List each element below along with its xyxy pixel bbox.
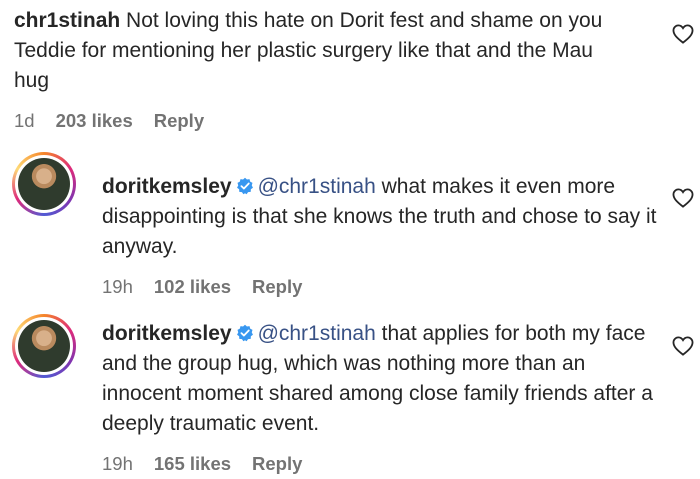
reply-button[interactable]: Reply	[252, 276, 302, 298]
avatar[interactable]	[12, 152, 76, 216]
mention-link[interactable]: @chr1stinah	[258, 175, 376, 198]
comment-meta: 19h 102 likes Reply	[102, 276, 302, 298]
comment-1: chr1stinah Not loving this hate on Dorit…	[14, 6, 614, 96]
comment-2: doritkemsley @chr1stinah what makes it ev…	[102, 172, 662, 262]
comment-meta: 19h 165 likes Reply	[102, 453, 302, 475]
timestamp: 1d	[14, 110, 35, 131]
reply-button[interactable]: Reply	[154, 110, 204, 132]
username[interactable]: doritkemsley	[102, 175, 232, 198]
comment-text: doritkemsley @chr1stinah that applies for…	[102, 319, 662, 439]
likes-count[interactable]: 203 likes	[56, 110, 133, 132]
likes-count[interactable]: 165 likes	[154, 453, 231, 475]
username[interactable]: chr1stinah	[14, 9, 120, 32]
likes-count[interactable]: 102 likes	[154, 276, 231, 298]
heart-icon[interactable]	[672, 24, 694, 44]
comment-text: chr1stinah Not loving this hate on Dorit…	[14, 6, 614, 96]
reply-button[interactable]: Reply	[252, 453, 302, 475]
username[interactable]: doritkemsley	[102, 322, 232, 345]
comment-3: doritkemsley @chr1stinah that applies for…	[102, 319, 662, 439]
verified-badge-icon	[236, 324, 253, 342]
verified-badge-icon	[236, 177, 253, 195]
heart-icon[interactable]	[672, 336, 694, 356]
timestamp: 19h	[102, 276, 133, 297]
heart-icon[interactable]	[672, 188, 694, 208]
comment-meta: 1d 203 likes Reply	[14, 110, 204, 132]
comment-text: doritkemsley @chr1stinah what makes it ev…	[102, 172, 662, 262]
mention-link[interactable]: @chr1stinah	[258, 322, 376, 345]
timestamp: 19h	[102, 453, 133, 474]
avatar[interactable]	[12, 314, 76, 378]
